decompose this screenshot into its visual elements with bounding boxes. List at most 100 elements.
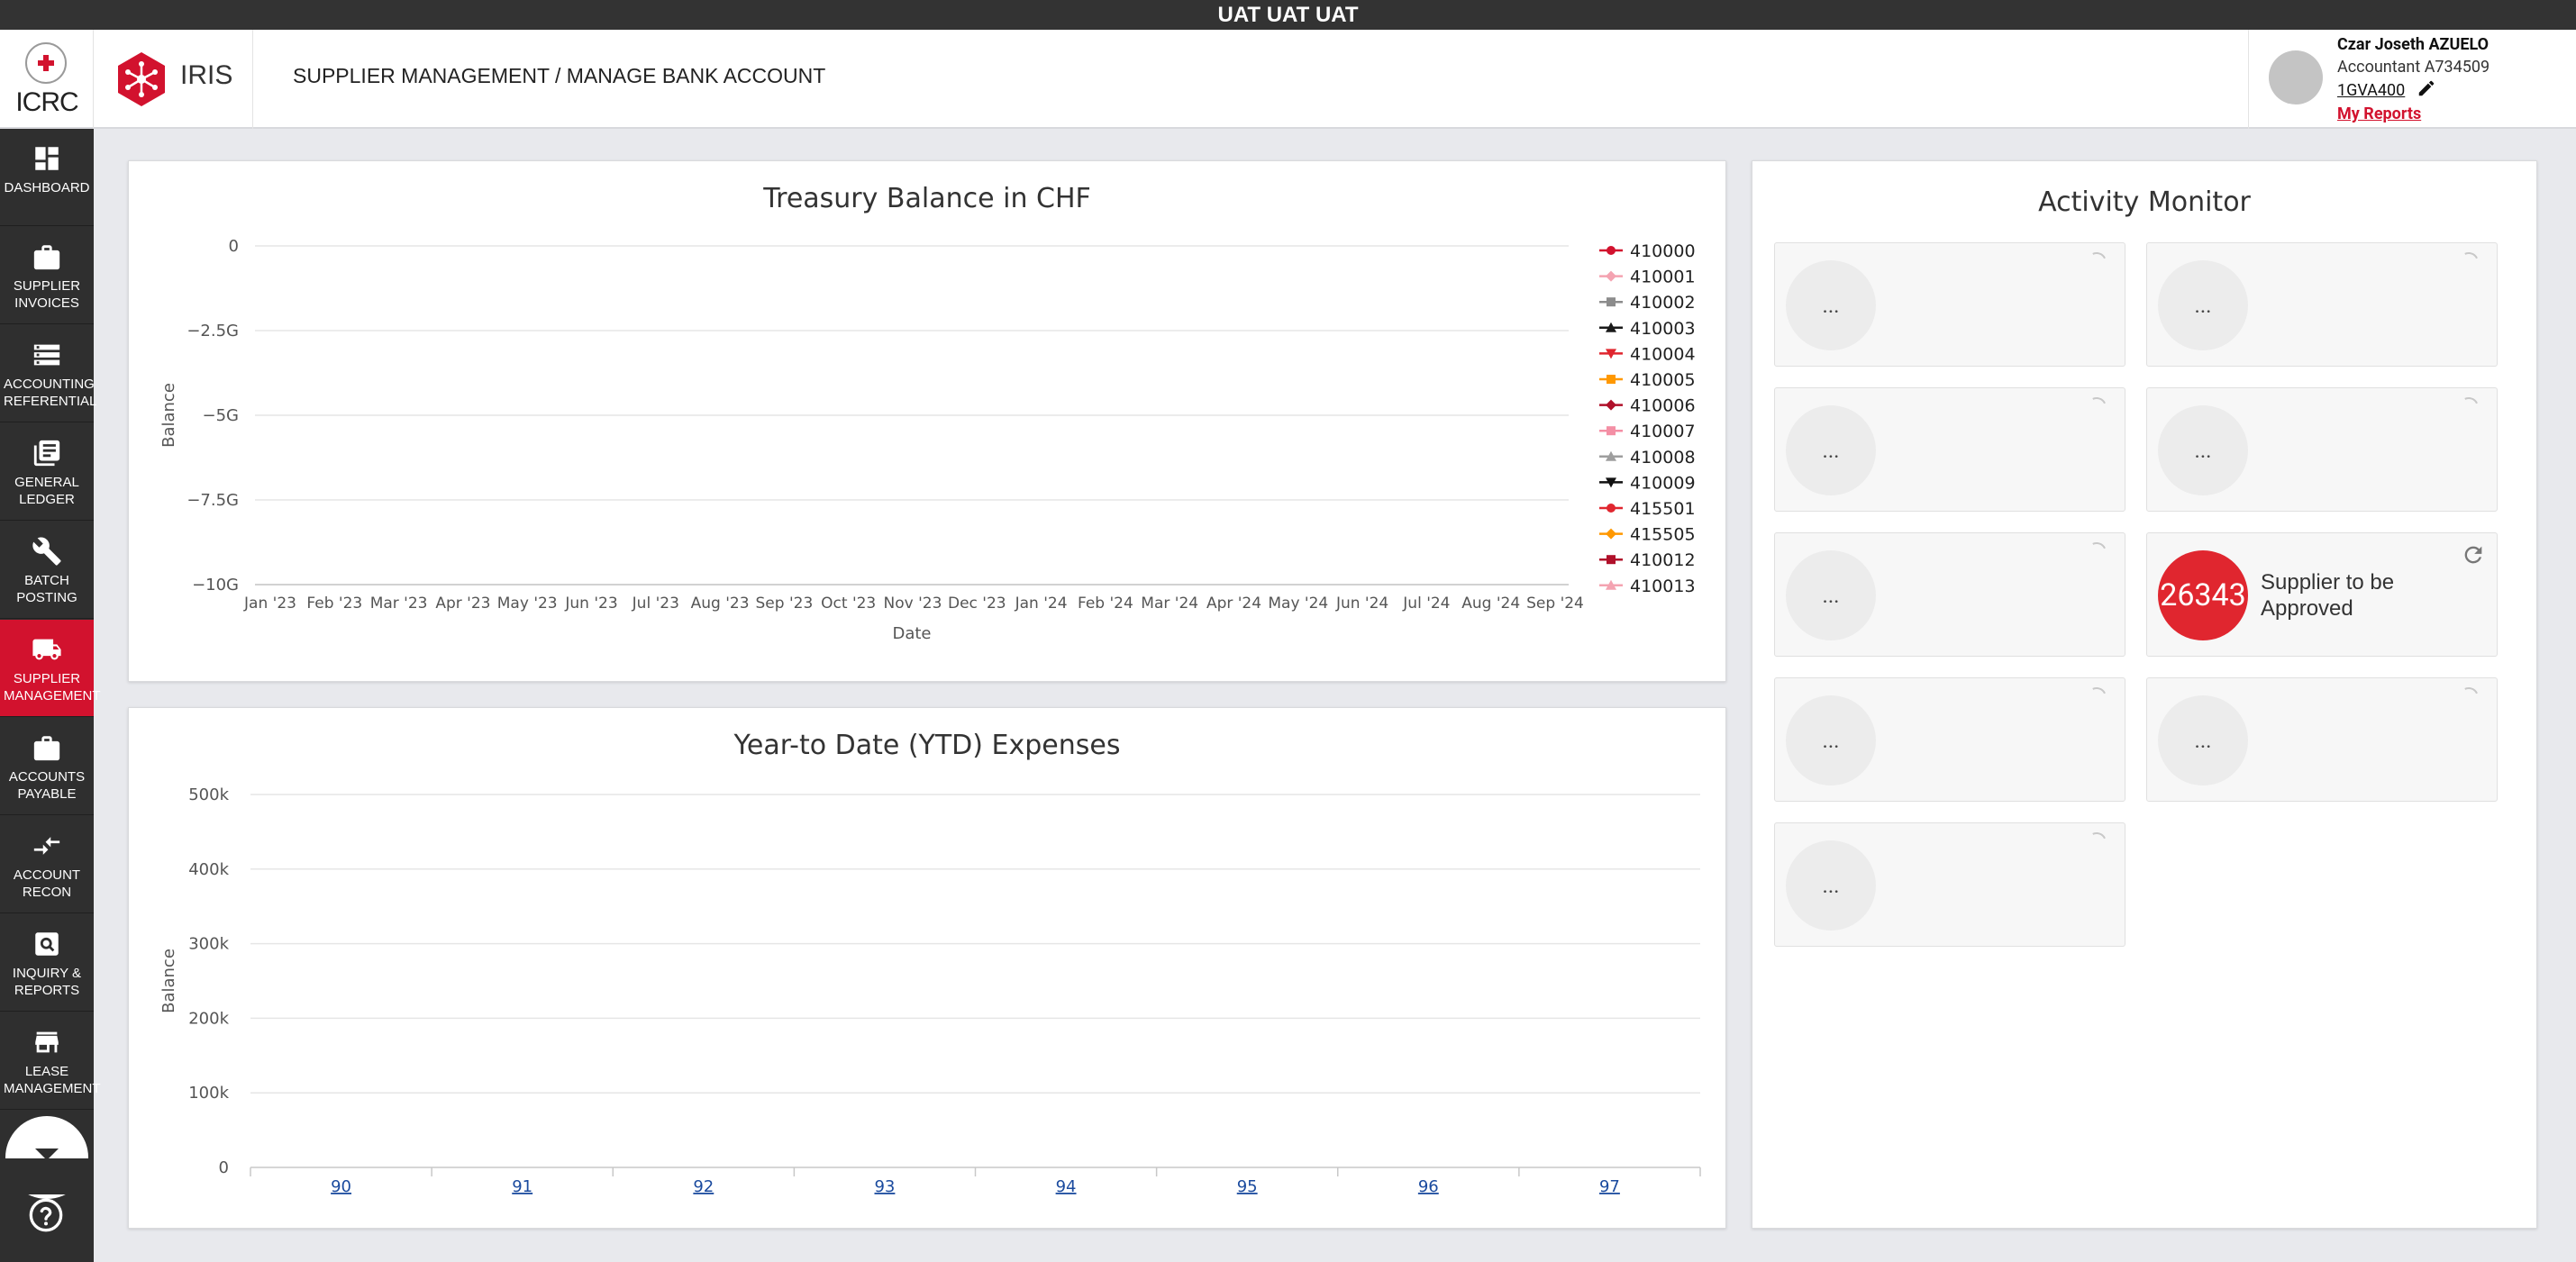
x-tick-label: Jun '23 — [564, 595, 617, 613]
x-category-link[interactable]: 94 — [1056, 1177, 1077, 1196]
x-category-link[interactable]: 95 — [1237, 1177, 1258, 1196]
x-tick-label: Sep '24 — [1526, 595, 1584, 613]
y-axis-label: Balance — [159, 383, 178, 448]
help-circle-icon[interactable] — [28, 1197, 64, 1233]
legend-item[interactable]: 410012 — [1599, 550, 1696, 570]
y-tick-label: −10G — [192, 576, 239, 595]
y-tick-label: −5G — [203, 406, 239, 425]
x-tick-label: Jan '23 — [243, 595, 296, 613]
user-role: Accountant A734509 — [2337, 58, 2490, 77]
x-tick-label: Nov '23 — [884, 595, 942, 613]
legend-item[interactable]: 410005 — [1599, 370, 1696, 390]
x-category-link[interactable]: 96 — [1418, 1177, 1439, 1196]
x-tick-label: Sep '23 — [756, 595, 814, 613]
activity-tile-value: ... — [1786, 695, 1876, 785]
legend-marker — [1607, 297, 1616, 307]
sidebar-item-label: BATCH POSTING — [16, 573, 77, 605]
y-tick-label: −7.5G — [187, 491, 239, 510]
sidebar-item-accounts-payable[interactable]: ACCOUNTS PAYABLE — [0, 718, 94, 815]
legend-item[interactable]: 410003 — [1599, 319, 1696, 339]
activity-tile[interactable]: ... — [1774, 387, 2125, 512]
loading-spinner-icon — [2083, 394, 2110, 421]
legend-marker — [1607, 555, 1616, 565]
sidebar-item-lease-management[interactable]: LEASE MANAGEMENT — [0, 1012, 101, 1110]
activity-tile[interactable]: ... — [1774, 677, 2125, 802]
legend-item[interactable]: 410000 — [1599, 241, 1696, 261]
legend-item[interactable]: 410001 — [1599, 268, 1696, 287]
sidebar-item-supplier-management[interactable]: SUPPLIER MANAGEMENT — [0, 620, 101, 717]
sidebar-item-account-recon[interactable]: ACCOUNT RECON — [0, 816, 94, 913]
treasury-balance-chart: 0 −2.5G −5G −7.5G −10GJan '23 Feb '23 Mar '23 A… — [159, 237, 1696, 643]
legend-label: 410005 — [1630, 370, 1696, 390]
x-category-link[interactable]: 97 — [1599, 1177, 1620, 1196]
avatar[interactable] — [2269, 50, 2323, 104]
icrc-logo-text: ICRC — [15, 87, 78, 117]
my-reports-link[interactable]: My Reports — [2337, 104, 2421, 123]
x-tick-label: Feb '23 — [306, 595, 362, 613]
legend-item[interactable]: 415505 — [1599, 525, 1696, 545]
x-axis-label: Date — [892, 624, 931, 643]
activity-tile-value: ... — [1786, 260, 1876, 350]
loading-spinner-icon — [2083, 829, 2110, 856]
y-tick-label: 200k — [188, 1009, 229, 1028]
iris-logo[interactable]: IRIS — [95, 30, 253, 129]
y-axis-label: Balance — [159, 949, 178, 1013]
activity-tile[interactable]: ... — [1774, 822, 2125, 947]
legend-item[interactable]: 410009 — [1599, 473, 1696, 493]
sidebar-item-accounting-referential[interactable]: ACCOUNTING REFERENTIAL — [0, 325, 97, 422]
activity-tile[interactable]: ... — [1774, 242, 2125, 367]
loading-spinner-icon — [2083, 539, 2110, 566]
legend-item[interactable]: 415501 — [1599, 499, 1696, 519]
x-category-link[interactable]: 90 — [331, 1177, 351, 1196]
legend-label: 410002 — [1630, 293, 1696, 313]
user-unit-code[interactable]: 1GVA400 — [2337, 81, 2405, 100]
legend-label: 410009 — [1630, 473, 1696, 493]
sidebar-item-supplier-invoices[interactable]: SUPPLIER INVOICES — [0, 227, 94, 324]
activity-tile[interactable]: ... — [1774, 532, 2125, 657]
x-category-link[interactable]: 91 — [512, 1177, 532, 1196]
y-tick-label: 500k — [188, 785, 229, 804]
sidebar-item-inquiry-reports[interactable]: INQUIRY & REPORTS — [0, 914, 94, 1012]
x-tick-label: May '24 — [1268, 595, 1328, 613]
ytd-expenses-chart: 0 100k 200k 300k 400k 500k 90 91 92 93 94 95 96 97 Bal… — [159, 785, 1701, 1196]
x-category-link[interactable]: 92 — [693, 1177, 714, 1196]
loading-spinner-icon — [2455, 684, 2482, 711]
user-panel: Czar Joseth AZUELO Accountant A734509 1G… — [2248, 30, 2576, 129]
sidebar-item-label: ACCOUNT RECON — [13, 867, 81, 900]
sidebar: DASHBOARD SUPPLIER INVOICES ACCOUNTING R… — [0, 129, 101, 1262]
legend-marker — [1607, 504, 1616, 513]
activity-monitor-title: Activity Monitor — [2038, 186, 2251, 218]
environment-banner: UAT UAT UAT — [0, 0, 2576, 30]
storage-icon — [33, 344, 60, 366]
y-tick-label: 0 — [219, 1158, 229, 1177]
sidebar-item-batch-posting[interactable]: BATCH POSTING — [0, 522, 94, 619]
x-tick-label: Mar '23 — [370, 595, 428, 613]
store-icon — [35, 1031, 59, 1053]
legend-item[interactable]: 410004 — [1599, 344, 1696, 364]
legend-item[interactable]: 410008 — [1599, 448, 1696, 468]
legend-item[interactable]: 410006 — [1599, 396, 1696, 416]
x-category-link[interactable]: 93 — [874, 1177, 895, 1196]
legend-label: 410001 — [1630, 268, 1696, 287]
x-tick-label: Jan '24 — [1015, 595, 1068, 613]
activity-tile-supplier-to-be-approved[interactable]: 26343 Supplier to be Approved — [2146, 532, 2498, 657]
sidebar-item-dashboard[interactable]: DASHBOARD — [0, 129, 94, 226]
activity-tile-value: ... — [1786, 405, 1876, 495]
sidebar-item-general-ledger[interactable]: GENERAL LEDGER — [0, 423, 94, 521]
activity-tile[interactable]: ... — [2146, 677, 2498, 802]
activity-tile-value: 26343 — [2158, 550, 2248, 640]
pencil-icon[interactable] — [2417, 78, 2436, 98]
legend-item[interactable]: 410002 — [1599, 293, 1696, 313]
loading-spinner-icon — [2455, 249, 2482, 276]
sidebar-item-label: ACCOUNTING REFERENTIAL — [4, 377, 97, 409]
icrc-logo[interactable]: ICRC — [0, 30, 94, 129]
legend-item[interactable]: 410007 — [1599, 422, 1696, 441]
activity-tile[interactable]: ... — [2146, 242, 2498, 367]
legend-item[interactable]: 410013 — [1599, 577, 1696, 596]
truck-icon — [32, 639, 61, 660]
briefcase-icon — [33, 736, 60, 761]
compare-arrows-icon — [33, 837, 60, 855]
legend-label: 410004 — [1630, 344, 1696, 364]
refresh-icon[interactable] — [2461, 542, 2486, 567]
activity-tile[interactable]: ... — [2146, 387, 2498, 512]
